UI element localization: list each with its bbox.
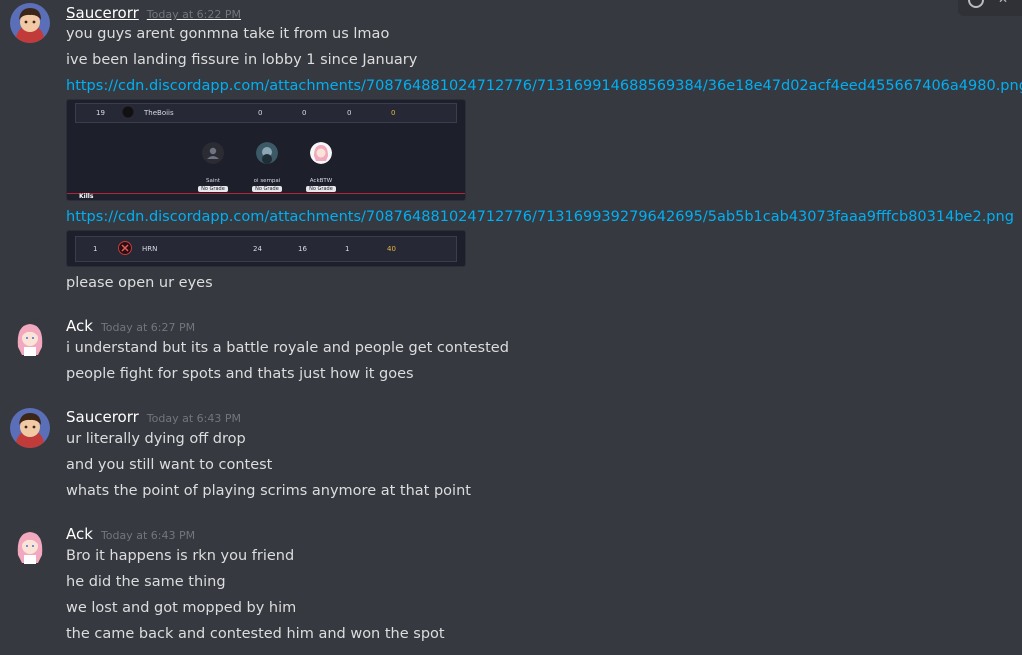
team-stat: 16 [298,245,307,253]
team-stat: 1 [345,245,350,253]
team-stat-total: 0 [391,109,396,117]
message-line: the came back and contested him and won … [66,626,445,642]
message-line: people fight for spots and thats just ho… [66,366,414,382]
message-timestamp: Today at 6:43 PM [100,529,196,542]
message-timestamp: Today at 6:27 PM [100,321,196,334]
team-rank: 19 [96,109,105,117]
team-name: TheBoiis [144,109,174,117]
team-stat: 24 [253,245,262,253]
avatar-saucerorr[interactable] [10,408,50,448]
player-grade: No Grade [252,186,282,192]
player-avatar [256,142,278,164]
player-card: AckBTW No Grade [299,142,343,192]
team-logo-icon [118,241,132,257]
message-line: we lost and got mopped by him [66,600,297,616]
image-attachment[interactable]: 19 TheBoiis 0 0 0 0 Saint No Grade oi se… [66,99,466,201]
player-grade: No Grade [306,186,336,192]
image-attachment[interactable]: 1 HRN 24 16 1 40 [66,230,466,267]
player-name: oi sempai [253,178,281,184]
team-stat-total: 40 [387,245,396,253]
author-name[interactable]: Ack [66,317,93,335]
message-line: Bro it happens is rkn you friend [66,548,295,564]
more-options-icon[interactable]: ✕ [998,0,1008,6]
player-card: oi sempai No Grade [245,142,289,192]
player-avatar [310,142,332,164]
attachment-link[interactable]: https://cdn.discordapp.com/attachments/7… [66,207,1014,227]
message-timestamp: Today at 6:22 PM [146,8,241,21]
message-author[interactable]: Ack Today at 6:27 PM [66,317,195,337]
chat-messages: ✕ Saucerorr Today at 6:22 PM you guys are… [0,0,1022,655]
scoreboard-row: 1 HRN 24 16 1 40 [75,236,457,262]
message-line: and you still want to contest [66,457,273,473]
team-name: HRN [142,245,158,253]
player-grade: No Grade [198,186,228,192]
add-reaction-icon[interactable] [968,0,984,8]
team-stat: 0 [258,109,263,117]
avatar-saucerorr[interactable] [10,3,50,43]
team-stat: 0 [302,109,307,117]
message-author[interactable]: Saucerorr Today at 6:22 PM [66,4,241,24]
message-author[interactable]: Saucerorr Today at 6:43 PM [66,408,241,428]
kills-label: Kills [79,193,94,200]
divider [67,193,465,194]
message-line: ur literally dying off drop [66,431,246,447]
avatar-ack[interactable] [10,317,50,357]
message-line: you guys arent gonmna take it from us lm… [66,26,390,42]
author-name[interactable]: Ack [66,525,93,543]
author-name[interactable]: Saucerorr [66,4,139,22]
avatar-ack[interactable] [10,525,50,565]
player-card: Saint No Grade [191,142,235,192]
team-stat: 0 [347,109,352,117]
scoreboard-row: 19 TheBoiis 0 0 0 0 [75,103,457,123]
message-hover-toolbar: ✕ [958,0,1022,16]
attachment-link[interactable]: https://cdn.discordapp.com/attachments/7… [66,76,1022,96]
team-rank: 1 [93,245,98,253]
message-line: he did the same thing [66,574,226,590]
message-timestamp: Today at 6:43 PM [146,412,241,425]
message-line: please open ur eyes [66,275,213,291]
user-default-icon [202,142,224,164]
author-name[interactable]: Saucerorr [66,408,139,426]
message-line: i understand but its a battle royale and… [66,340,509,356]
player-name: AckBTW [309,178,333,184]
message-author[interactable]: Ack Today at 6:43 PM [66,525,195,545]
player-name: Saint [205,178,221,184]
message-line: ive been landing fissure in lobby 1 sinc… [66,52,418,68]
team-logo-icon [122,106,134,120]
message-line: whats the point of playing scrims anymor… [66,483,471,499]
